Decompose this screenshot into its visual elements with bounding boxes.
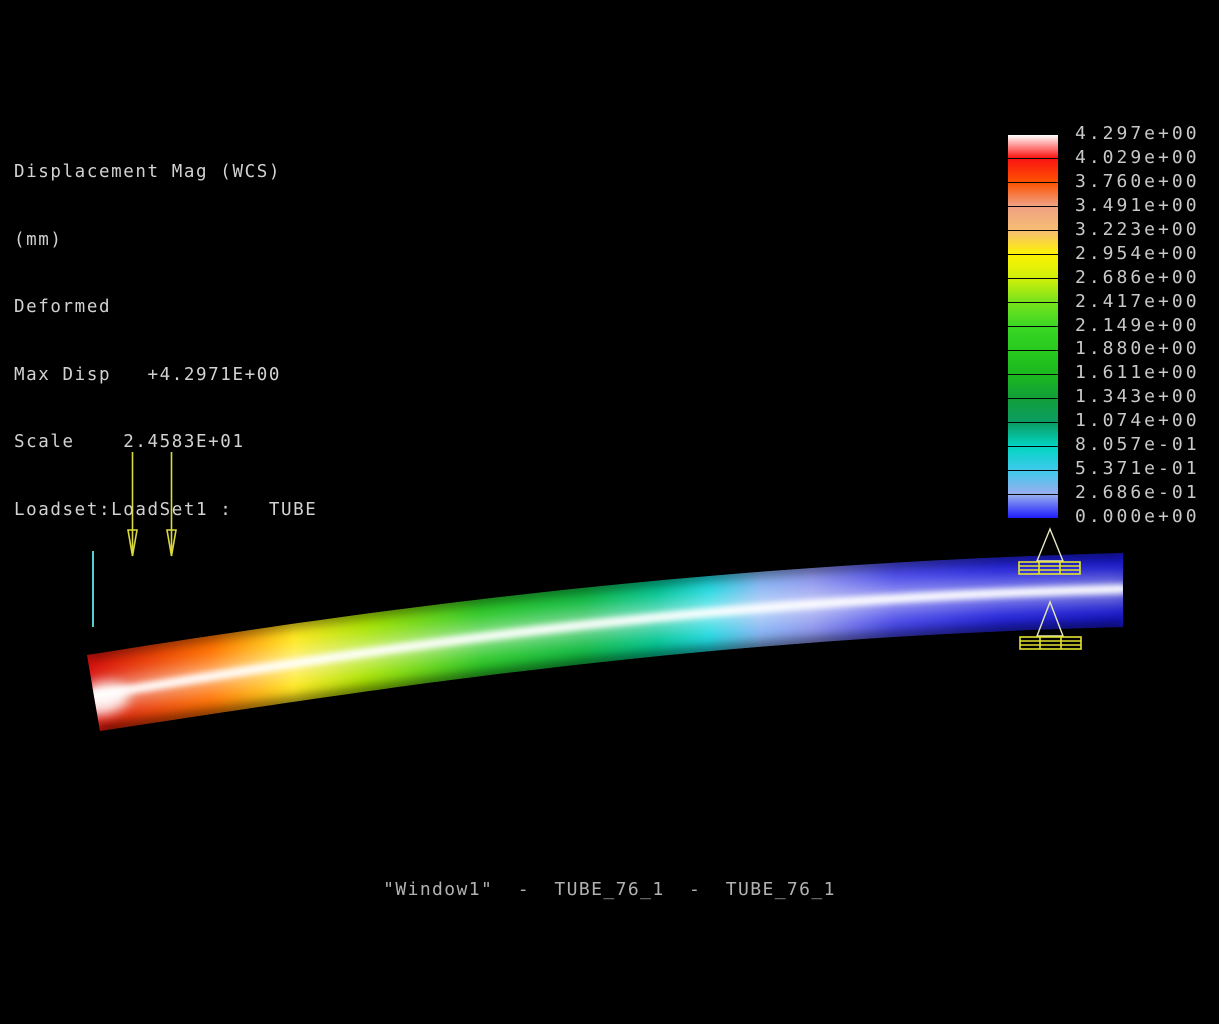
load-arrow-icon <box>127 452 138 557</box>
load-arrows <box>127 452 177 557</box>
viewport-title: "Window1" - TUBE_76_1 - TUBE_76_1 <box>383 879 836 900</box>
model-canvas[interactable] <box>0 0 1219 1024</box>
tube-fringe-surface <box>87 553 1123 731</box>
load-arrow-icon <box>166 452 177 557</box>
tube-model <box>87 553 1123 731</box>
mechanica-viewport[interactable]: Displacement Mag (WCS) (mm) Deformed Max… <box>0 0 1219 1024</box>
